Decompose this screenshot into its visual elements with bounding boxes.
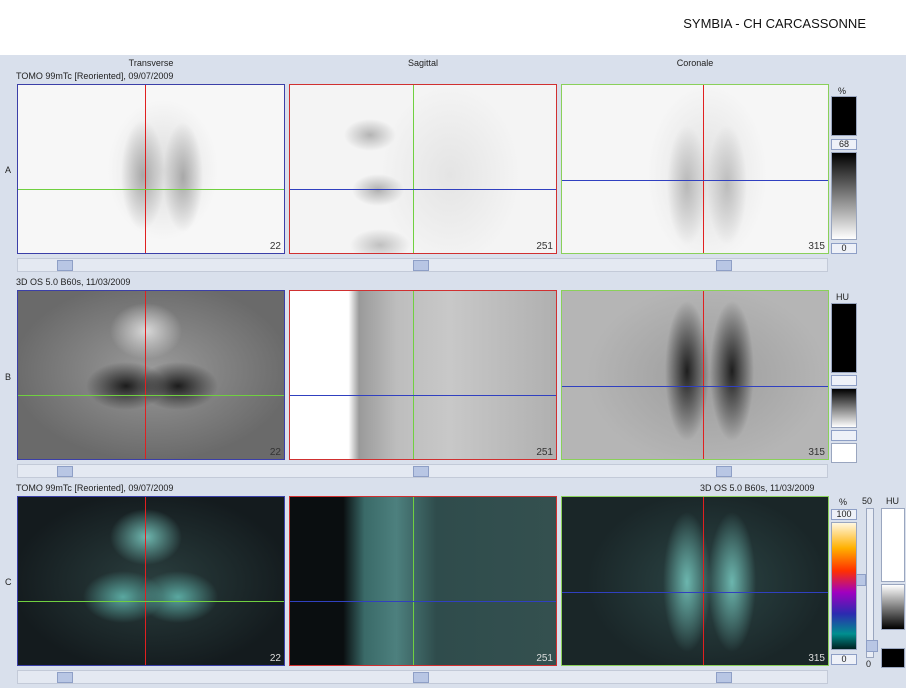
crosshair-vertical[interactable] bbox=[145, 497, 146, 665]
scale-c-mid: 50 bbox=[862, 496, 873, 506]
crosshair-vertical[interactable] bbox=[703, 497, 704, 665]
scale-c-unit-hu: HU bbox=[886, 496, 899, 506]
scale-c-max[interactable]: 100 bbox=[831, 509, 857, 520]
crosshair-horizontal[interactable] bbox=[18, 189, 284, 190]
viewport-a-coronal[interactable]: 315 bbox=[561, 84, 829, 254]
crosshair-vertical[interactable] bbox=[703, 291, 704, 459]
scale-c-unit-pct: % bbox=[839, 497, 848, 507]
row-b-slice-scrollbar[interactable] bbox=[17, 464, 828, 478]
crosshair-vertical[interactable] bbox=[413, 85, 414, 253]
column-header-sagittal: Sagittal bbox=[407, 58, 439, 68]
viewport-b-sagittal[interactable]: 251 bbox=[289, 290, 557, 460]
slider-thumb-sagittal[interactable] bbox=[413, 466, 429, 477]
row-a-series-label: TOMO 99mTc [Reoriented], 09/07/2009 bbox=[16, 71, 174, 81]
row-c-series-label-left: TOMO 99mTc [Reoriented], 09/07/2009 bbox=[16, 483, 174, 493]
scale-a-min[interactable]: 0 bbox=[831, 243, 857, 254]
scale-c-min[interactable]: 0 bbox=[831, 654, 857, 665]
slice-number: 22 bbox=[269, 447, 281, 458]
slice-number: 315 bbox=[808, 653, 825, 664]
scale-b-handle-top[interactable] bbox=[831, 375, 857, 386]
slider-thumb-sagittal[interactable] bbox=[413, 672, 429, 683]
scale-a-upper bbox=[831, 96, 857, 136]
viewport-c-coronal-fusion[interactable]: 315 bbox=[561, 496, 829, 666]
scale-c-level-handle[interactable] bbox=[856, 574, 866, 586]
crosshair-vertical[interactable] bbox=[145, 291, 146, 459]
slider-thumb-transverse[interactable] bbox=[57, 466, 73, 477]
viewport-b-coronal[interactable]: 315 bbox=[561, 290, 829, 460]
column-header-coronal: Coronale bbox=[676, 58, 714, 68]
slider-thumb-coronal[interactable] bbox=[716, 260, 732, 271]
crosshair-horizontal[interactable] bbox=[562, 180, 828, 181]
slider-thumb-coronal[interactable] bbox=[716, 672, 732, 683]
viewport-a-sagittal[interactable]: 251 bbox=[289, 84, 557, 254]
scale-b-grayscale[interactable] bbox=[831, 388, 857, 428]
scale-a-unit: % bbox=[838, 86, 847, 96]
crosshair-vertical[interactable] bbox=[145, 85, 146, 253]
row-c-series-label-right: 3D OS 5.0 B60s, 11/03/2009 bbox=[700, 483, 815, 493]
scale-c-hu-lower bbox=[881, 648, 905, 668]
slice-number: 251 bbox=[536, 241, 553, 252]
slice-number: 315 bbox=[808, 241, 825, 252]
slider-thumb-sagittal[interactable] bbox=[413, 260, 429, 271]
row-c-slice-scrollbar[interactable] bbox=[17, 670, 828, 684]
title-bar: SYMBIA - CH CARCASSONNE bbox=[0, 0, 906, 55]
slice-number: 251 bbox=[536, 653, 553, 664]
slice-number: 22 bbox=[269, 653, 281, 664]
app-title: SYMBIA - CH CARCASSONNE bbox=[683, 16, 866, 31]
crosshair-horizontal[interactable] bbox=[290, 189, 556, 190]
slider-thumb-transverse[interactable] bbox=[57, 260, 73, 271]
viewport-a-transverse[interactable]: 22 bbox=[17, 84, 285, 254]
scale-a-grayscale[interactable] bbox=[831, 152, 857, 240]
crosshair-horizontal[interactable] bbox=[18, 395, 284, 396]
crosshair-vertical[interactable] bbox=[413, 291, 414, 459]
scale-c-hu-grayscale[interactable] bbox=[881, 584, 905, 630]
row-a-slice-scrollbar[interactable] bbox=[17, 258, 828, 272]
scale-c-hu-min: 0 bbox=[866, 659, 872, 669]
crosshair-horizontal[interactable] bbox=[290, 601, 556, 602]
crosshair-horizontal[interactable] bbox=[290, 395, 556, 396]
scale-b-upper bbox=[831, 303, 857, 373]
slice-number: 251 bbox=[536, 447, 553, 458]
slice-number: 22 bbox=[269, 241, 281, 252]
slice-number: 315 bbox=[808, 447, 825, 458]
scale-c-hu-upper bbox=[881, 508, 905, 582]
column-header-transverse: Transverse bbox=[128, 58, 174, 68]
crosshair-vertical[interactable] bbox=[703, 85, 704, 253]
viewport-c-sagittal-fusion[interactable]: 251 bbox=[289, 496, 557, 666]
slider-thumb-coronal[interactable] bbox=[716, 466, 732, 477]
scale-b-lower bbox=[831, 443, 857, 463]
crosshair-horizontal[interactable] bbox=[562, 592, 828, 593]
crosshair-horizontal[interactable] bbox=[562, 386, 828, 387]
scale-c-fusion-handle[interactable] bbox=[866, 640, 878, 652]
row-b-letter: B bbox=[5, 372, 12, 382]
row-b-series-label: 3D OS 5.0 B60s, 11/03/2009 bbox=[16, 277, 131, 287]
scale-a-level[interactable]: 68 bbox=[831, 139, 857, 150]
row-a-letter: A bbox=[5, 165, 12, 175]
scale-b-unit: HU bbox=[836, 292, 849, 302]
scale-b-handle-bottom[interactable] bbox=[831, 430, 857, 441]
row-c-letter: C bbox=[5, 577, 12, 587]
scale-c-fusion-slider[interactable] bbox=[866, 508, 874, 658]
crosshair-vertical[interactable] bbox=[413, 497, 414, 665]
slider-thumb-transverse[interactable] bbox=[57, 672, 73, 683]
viewport-c-transverse-fusion[interactable]: 22 bbox=[17, 496, 285, 666]
viewport-b-transverse[interactable]: 22 bbox=[17, 290, 285, 460]
crosshair-horizontal[interactable] bbox=[18, 601, 284, 602]
scale-c-color[interactable] bbox=[831, 522, 857, 650]
